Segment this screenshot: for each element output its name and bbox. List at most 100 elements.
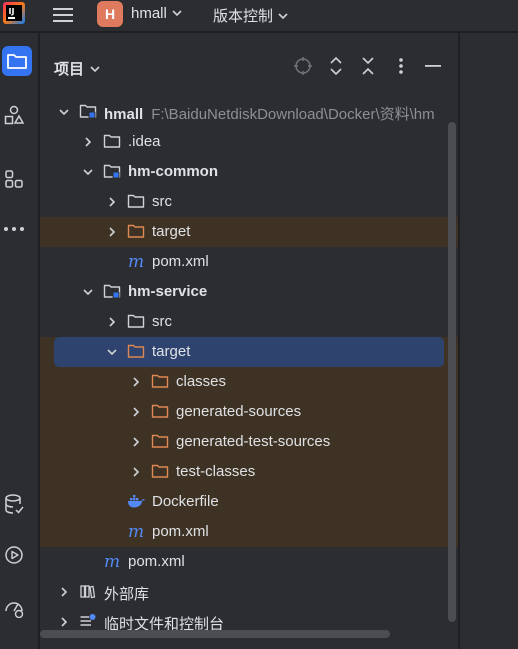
project-name: hmall (131, 5, 167, 22)
tree-item-label: .idea (128, 133, 161, 150)
chevron-down-icon[interactable] (106, 346, 118, 358)
tree-row[interactable]: generated-test-sources (40, 427, 458, 457)
gauge-icon (5, 602, 24, 618)
project-selector[interactable]: hmall (131, 5, 183, 22)
tree-item-label: src (152, 313, 172, 330)
tree-row[interactable]: m pom.xml (40, 247, 458, 277)
tree-row[interactable]: .idea (40, 127, 458, 157)
library-icon (80, 585, 96, 599)
tree-row[interactable]: target (40, 217, 458, 247)
expand-all-button[interactable] (325, 55, 347, 77)
tree-row[interactable]: target (54, 337, 444, 367)
project-path: F:\BaiduNetdiskDownload\Docker\资料\hm (151, 106, 435, 123)
horizontal-scrollbar[interactable] (40, 630, 390, 638)
chevron-right-icon[interactable] (82, 136, 94, 148)
tree-row[interactable]: classes (40, 367, 458, 397)
chevron-right-icon[interactable] (106, 226, 118, 238)
panel-title: 项目 (54, 61, 85, 78)
module-folder-icon (79, 104, 97, 119)
tree-item-name: hmall (104, 106, 144, 123)
intellij-logo-icon[interactable]: IJ (2, 1, 26, 25)
options-button[interactable] (390, 55, 412, 77)
tree-item-label: hm-common (128, 163, 218, 180)
tree-row[interactable]: test-classes (40, 457, 458, 487)
tree-item-name: classes (176, 373, 227, 390)
more-tools-button[interactable] (0, 214, 28, 244)
tree-row[interactable]: Dockerfile (40, 487, 458, 517)
tree-item-label: pom.xml (152, 253, 209, 270)
tree-row[interactable]: m pom.xml (40, 547, 458, 577)
project-view-selector[interactable]: 项目 (54, 58, 102, 79)
notifications-tool-button[interactable] (0, 639, 28, 649)
tree-item-name: generated-sources (176, 403, 302, 420)
chevron-down-icon[interactable] (82, 286, 94, 298)
expand-all-icon (330, 56, 342, 76)
tree-item-label: generated-test-sources (176, 433, 330, 450)
locate-file-button[interactable] (292, 55, 314, 77)
tree-row[interactable]: m pom.xml (40, 517, 458, 547)
chevron-down-icon[interactable] (82, 166, 94, 178)
play-circle-icon (5, 546, 23, 564)
vcs-menu[interactable]: 版本控制 (213, 5, 289, 26)
svg-text:m: m (104, 553, 120, 569)
tree-row[interactable]: src (40, 307, 458, 337)
excluded-folder-icon (151, 404, 169, 418)
tree-item-name: generated-test-sources (176, 433, 331, 450)
structure-tool-button[interactable] (0, 100, 28, 130)
chevron-right-icon[interactable] (106, 196, 118, 208)
excluded-folder-icon (127, 224, 145, 238)
collapse-all-icon (362, 57, 374, 75)
tree-row[interactable]: src (40, 187, 458, 217)
title-bar: IJ H hmall 版本控制 (0, 0, 518, 32)
folder-icon (7, 54, 27, 69)
chevron-right-icon[interactable] (58, 616, 70, 628)
chevron-right-icon[interactable] (106, 316, 118, 328)
main-menu-icon[interactable] (52, 5, 74, 25)
chevron-right-icon[interactable] (130, 466, 142, 478)
vcs-label: 版本控制 (213, 8, 274, 25)
chevron-right-icon[interactable] (130, 406, 142, 418)
chevron-right-icon[interactable] (130, 376, 142, 388)
tree-row[interactable]: hmall F:\BaiduNetdiskDownload\Docker\资料\h… (40, 97, 458, 127)
vertical-scrollbar[interactable] (448, 122, 456, 622)
tree-item-label: Dockerfile (152, 493, 219, 510)
modules-tool-button[interactable] (0, 164, 28, 194)
tree-row[interactable]: hm-service (40, 277, 458, 307)
database-tool-button[interactable] (0, 490, 28, 520)
tree-item-label: src (152, 193, 172, 210)
excluded-folder-icon (127, 344, 145, 358)
chevron-right-icon[interactable] (58, 586, 70, 598)
excluded-folder-icon (151, 464, 169, 478)
more-vertical-icon (399, 58, 403, 74)
project-panel-header: 项目 (40, 33, 458, 97)
tree-item-name: Dockerfile (152, 493, 219, 510)
tree-item-name: target (152, 343, 191, 360)
tree-row[interactable]: 外部库 (40, 577, 458, 607)
hide-panel-button[interactable] (422, 55, 444, 77)
tree-item-name: hm-common (128, 163, 218, 180)
project-tool-button[interactable] (2, 46, 32, 76)
chevron-right-icon[interactable] (130, 436, 142, 448)
excluded-folder-icon (151, 374, 169, 388)
tree-item-name: src (152, 313, 172, 330)
profiler-tool-button[interactable] (0, 592, 28, 622)
docker-icon (128, 495, 145, 508)
run-tool-button[interactable] (0, 540, 28, 570)
module-folder-icon (103, 284, 121, 299)
maven-icon: m (128, 253, 144, 269)
tree-item-label: generated-sources (176, 403, 301, 420)
tree-row[interactable]: generated-sources (40, 397, 458, 427)
project-badge[interactable]: H (97, 1, 123, 27)
collapse-all-button[interactable] (357, 55, 379, 77)
tree-item-name: pom.xml (152, 253, 209, 270)
module-folder-icon (103, 164, 121, 179)
tree-row[interactable]: hm-common (40, 157, 458, 187)
tree-item-label: test-classes (176, 463, 255, 480)
tool-window-bar (0, 33, 39, 649)
shapes-icon (4, 105, 25, 125)
tree-item-label: pom.xml (152, 523, 209, 540)
chevron-down-icon[interactable] (58, 106, 70, 118)
tree-item-name: hm-service (128, 283, 208, 300)
more-horizontal-icon (4, 227, 24, 231)
tree-item-name: src (152, 193, 172, 210)
